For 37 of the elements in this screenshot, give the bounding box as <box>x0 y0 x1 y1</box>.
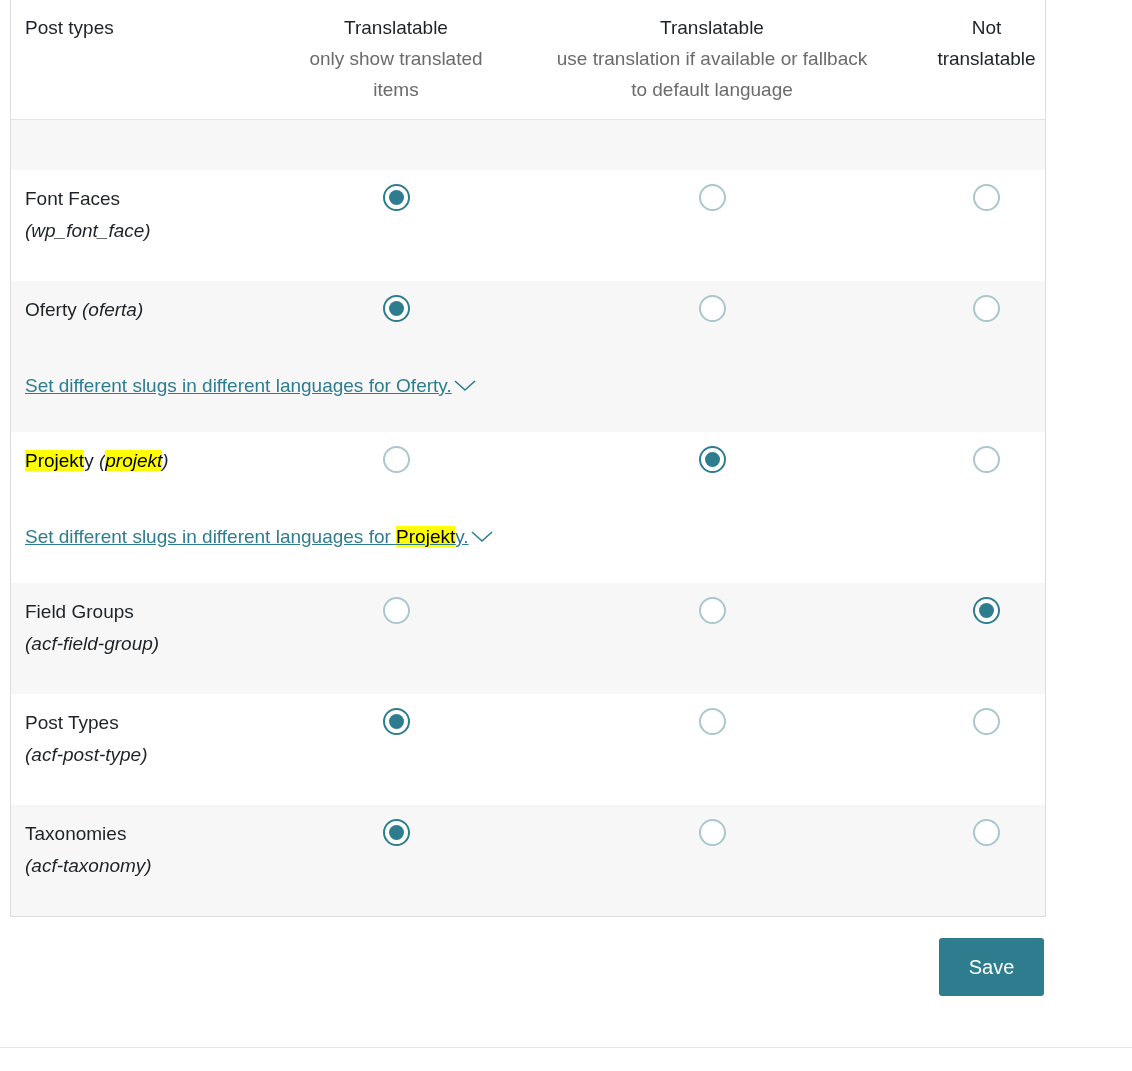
column-header: Translatable <box>660 16 764 40</box>
radio-button[interactable] <box>973 446 1000 473</box>
radio-button[interactable] <box>973 708 1000 735</box>
radio-button[interactable] <box>698 819 726 846</box>
post-type-slug: (acf-field-group) <box>25 632 161 656</box>
radio-button[interactable] <box>382 708 410 735</box>
column-description: use translation if available or fallback to default language <box>555 47 869 102</box>
post-type-label: Oferty (oferta) <box>25 298 145 322</box>
radio-button[interactable] <box>698 708 726 735</box>
post-type-name: Font Faces <box>25 187 122 211</box>
post-type-name: Taxonomies <box>25 822 128 846</box>
post-type-name: Post Types <box>25 711 120 735</box>
radio-button[interactable] <box>698 184 726 211</box>
column-header: Post types <box>25 17 114 38</box>
radio-button[interactable] <box>973 819 1000 846</box>
radio-button[interactable] <box>382 597 410 624</box>
radio-button[interactable] <box>973 295 1000 322</box>
slugs-link[interactable]: Set different slugs in different languages for Oferty. <box>25 370 452 402</box>
radio-button[interactable] <box>973 184 1000 211</box>
save-button[interactable]: Save <box>939 938 1044 996</box>
post-type-name: Field Groups <box>25 600 135 624</box>
radio-button[interactable] <box>698 597 726 624</box>
radio-button[interactable] <box>382 819 410 846</box>
radio-button[interactable] <box>698 295 726 322</box>
column-header: Translatable <box>344 16 448 40</box>
radio-button[interactable] <box>698 446 726 473</box>
chevron-down-icon <box>453 380 476 392</box>
radio-button[interactable] <box>382 295 410 322</box>
post-type-slug: (acf-post-type) <box>25 743 149 767</box>
column-description: only show translated items <box>308 47 484 102</box>
column-header: Not translatable <box>936 16 1037 71</box>
post-type-slug: (acf-taxonomy) <box>25 854 153 878</box>
post-type-slug: (wp_font_face) <box>25 219 152 243</box>
chevron-down-icon <box>470 531 493 543</box>
radio-button[interactable] <box>382 446 410 473</box>
radio-button[interactable] <box>973 597 1000 624</box>
radio-button[interactable] <box>382 184 410 211</box>
